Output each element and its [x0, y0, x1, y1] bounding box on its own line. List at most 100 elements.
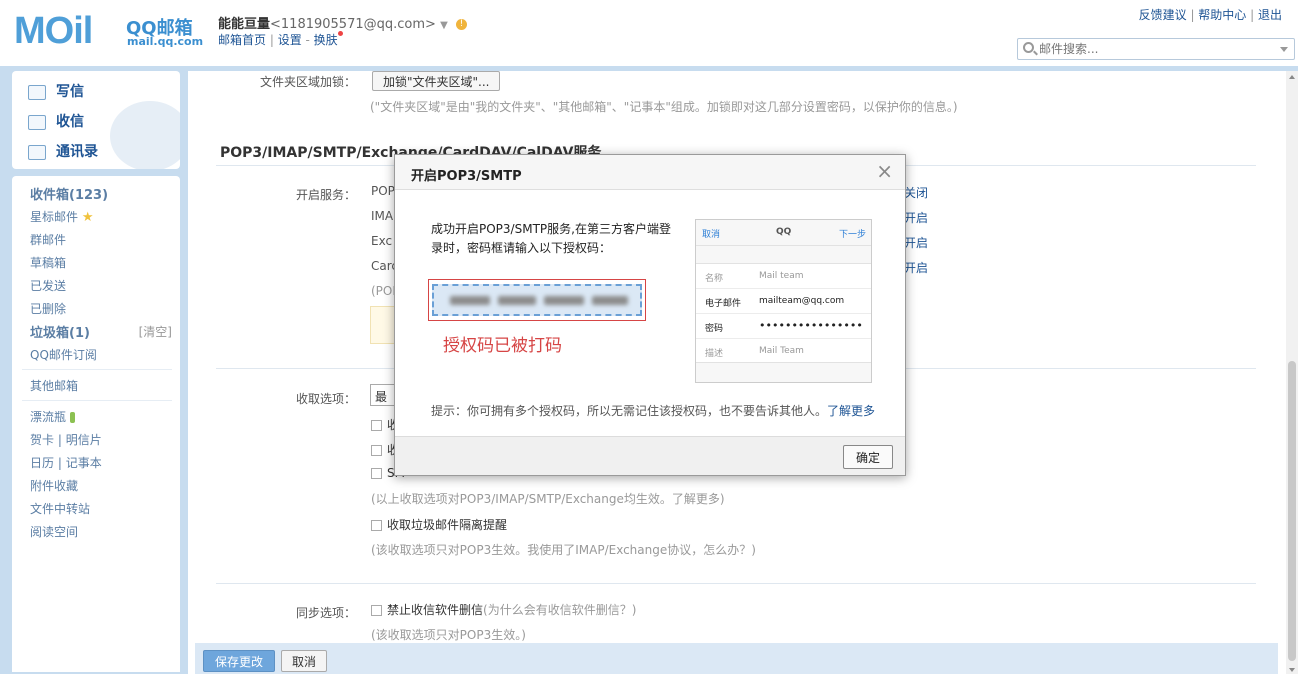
qq-penguin-watermark-icon	[110, 101, 180, 169]
checkbox[interactable]	[371, 420, 382, 431]
user-info: 能能亘量<1181905571@qq.com> ▼ !	[218, 13, 467, 32]
folder-spam[interactable]: 垃圾箱(1)	[30, 322, 90, 341]
exchange-toggle-link[interactable]: 开启	[904, 234, 928, 251]
auth-code-box	[428, 279, 646, 321]
feedback-link[interactable]: 反馈建议	[1139, 8, 1187, 22]
header: MOil QQ邮箱 mail.qq.com 能能亘量<1181905571@qq…	[0, 0, 1298, 68]
checkbox[interactable]	[371, 445, 382, 456]
qq-mail-logo[interactable]: MOil QQ邮箱 mail.qq.com	[14, 10, 204, 52]
scroll-up-icon[interactable]	[1289, 75, 1295, 79]
bottle-icon	[69, 412, 75, 423]
phone-row-password: 密码 ••••••••••••••••	[696, 314, 871, 339]
search-input[interactable]	[1039, 41, 1269, 57]
close-icon[interactable]: ×	[876, 161, 893, 181]
folder-other-mailbox[interactable]: 其他邮箱	[30, 377, 78, 394]
folder-subscriptions[interactable]: QQ邮件订阅	[30, 346, 97, 363]
logo-url: mail.qq.com	[127, 35, 204, 48]
account-dropdown-icon[interactable]: ▼	[440, 20, 448, 31]
contacts-icon	[28, 144, 46, 160]
phone-row-desc: 描述 Mail Team	[705, 346, 804, 359]
carddav-toggle-link[interactable]: 开启	[904, 259, 928, 276]
top-links: 反馈建议 | 帮助中心 | 退出	[1138, 8, 1282, 22]
dialog-title: 开启POP3/SMTP	[411, 169, 522, 184]
mailbox-home-link[interactable]: 邮箱首页	[218, 33, 266, 47]
scroll-thumb[interactable]	[1288, 361, 1296, 661]
folder-sent[interactable]: 已发送	[30, 277, 66, 294]
search-dropdown-icon[interactable]	[1280, 47, 1288, 52]
sync-pop3-note: (该收取选项只对POP3生效。)	[371, 628, 526, 642]
folder-lock-button[interactable]: 加锁"文件夹区域"...	[372, 71, 501, 91]
imap-toggle-link[interactable]: 开启	[904, 209, 928, 226]
sync-options-label: 同步选项：	[296, 606, 357, 620]
calendar-link[interactable]: 日历	[30, 456, 54, 470]
file-transfer-link[interactable]: 文件中转站	[30, 500, 90, 517]
notes-link[interactable]: 记事本	[66, 456, 102, 470]
checkbox[interactable]	[371, 520, 382, 531]
search-icon	[1023, 42, 1034, 53]
folder-starred[interactable]: 星标邮件 ★	[30, 208, 94, 225]
new-dot-icon	[337, 31, 343, 36]
settings-footer: 保存更改 取消	[195, 643, 1278, 674]
client-login-illustration: 取消 QQ 下一步 名称 Mail team 电子邮件 mailteam@qq.co…	[695, 219, 872, 383]
mail-search[interactable]	[1017, 38, 1295, 60]
help-link[interactable]: 帮助中心	[1198, 8, 1246, 22]
postcards-link[interactable]: 明信片	[66, 433, 102, 447]
logout-link[interactable]: 退出	[1258, 8, 1282, 22]
skin-link[interactable]: 换肤	[314, 33, 338, 47]
phone-form: 名称 Mail team 电子邮件 mailteam@qq.com 密码 ••••••…	[696, 263, 871, 363]
receive-effect-note: (以上收取选项对POP3/IMAP/SMTP/Exchange均生效。了解更多)	[371, 492, 725, 506]
dialog-message: 成功开启POP3/SMTP服务,在第三方客户端登录时，密码框请输入以下授权码：	[431, 222, 671, 255]
dialog-footer: 确定	[395, 436, 905, 475]
reading-space-link[interactable]: 阅读空间	[30, 523, 78, 540]
sync-option-no-delete[interactable]: 禁止收信软件删信(为什么会有收信软件删信？)	[371, 601, 636, 618]
scroll-down-icon[interactable]	[1289, 668, 1295, 672]
checkbox[interactable]	[371, 468, 382, 479]
user-email: <1181905571@qq.com>	[270, 17, 436, 32]
receive-options-label: 收取选项：	[296, 392, 357, 406]
sidebar-folders: 收件箱(123) 星标邮件 ★ 群邮件 草稿箱 已发送 已删除 垃圾箱(1) […	[12, 176, 180, 672]
checkbox[interactable]	[371, 605, 382, 616]
folder-deleted[interactable]: 已删除	[30, 300, 66, 317]
folder-drafts[interactable]: 草稿箱	[30, 254, 66, 271]
cards-row: 贺卡 | 明信片	[30, 433, 102, 447]
compose-button[interactable]: 写信	[28, 81, 84, 101]
sidebar-divider	[22, 369, 172, 370]
drift-bottle-link[interactable]: 漂流瓶	[30, 408, 75, 425]
section-divider	[216, 583, 1256, 584]
receive-range-select[interactable]: 最	[370, 384, 396, 406]
compose-icon	[28, 84, 46, 100]
attachments-link[interactable]: 附件收藏	[30, 477, 78, 494]
sidebar-quick-actions: 写信 收信 通讯录	[12, 71, 180, 169]
service-row-imap: IMA	[371, 209, 394, 223]
spam-reminder-option[interactable]: 收取垃圾邮件隔离提醒	[371, 516, 507, 533]
greeting-cards-link[interactable]: 贺卡	[30, 433, 54, 447]
folder-lock-label: 文件夹区域加锁：	[260, 75, 357, 89]
enable-service-label: 开启服务：	[296, 188, 357, 202]
warning-icon[interactable]: !	[455, 19, 467, 30]
pop3-toggle-link[interactable]: 关闭	[904, 184, 928, 201]
contacts-button[interactable]: 通讯录	[28, 141, 98, 161]
dialog-header: 开启POP3/SMTP ×	[395, 155, 905, 190]
star-icon: ★	[81, 210, 94, 225]
scrollbar[interactable]	[1286, 71, 1298, 674]
logo-text: MOil	[14, 10, 93, 52]
settings-link[interactable]: 设置	[278, 33, 302, 47]
folder-inbox[interactable]: 收件箱(123)	[30, 184, 108, 203]
learn-more-link[interactable]: 了解更多	[827, 404, 875, 418]
redacted-note: 授权码已被打码	[443, 336, 562, 356]
phone-topbar: 取消 QQ 下一步	[696, 220, 871, 246]
receive-button[interactable]: 收信	[28, 111, 84, 131]
auth-code-redacted[interactable]	[432, 284, 642, 316]
cancel-button[interactable]: 取消	[281, 650, 327, 672]
service-row-exchange: Exc	[371, 234, 393, 248]
folder-lock-desc: ("文件夹区域"是由"我的文件夹"、"其他邮箱"、"记事本"组成。加锁即对这几部…	[370, 100, 958, 114]
phone-row-name: 名称 Mail team	[696, 264, 871, 289]
calendar-row: 日历 | 记事本	[30, 456, 102, 470]
folder-group[interactable]: 群邮件	[30, 231, 66, 248]
save-changes-button[interactable]: 保存更改	[203, 650, 275, 672]
dialog-hint: 提示：你可拥有多个授权码，所以无需记住该授权码，也不要告诉其他人。了解更多	[431, 404, 876, 418]
ok-button[interactable]: 确定	[843, 445, 893, 469]
pop3-smtp-dialog: 开启POP3/SMTP × 成功开启POP3/SMTP服务,在第三方客户端登录时…	[394, 154, 906, 476]
pop3-only-note: (该收取选项只对POP3生效。我使用了IMAP/Exchange协议，怎么办？)	[371, 543, 756, 557]
clear-spam-link[interactable]: [清空]	[139, 323, 172, 340]
